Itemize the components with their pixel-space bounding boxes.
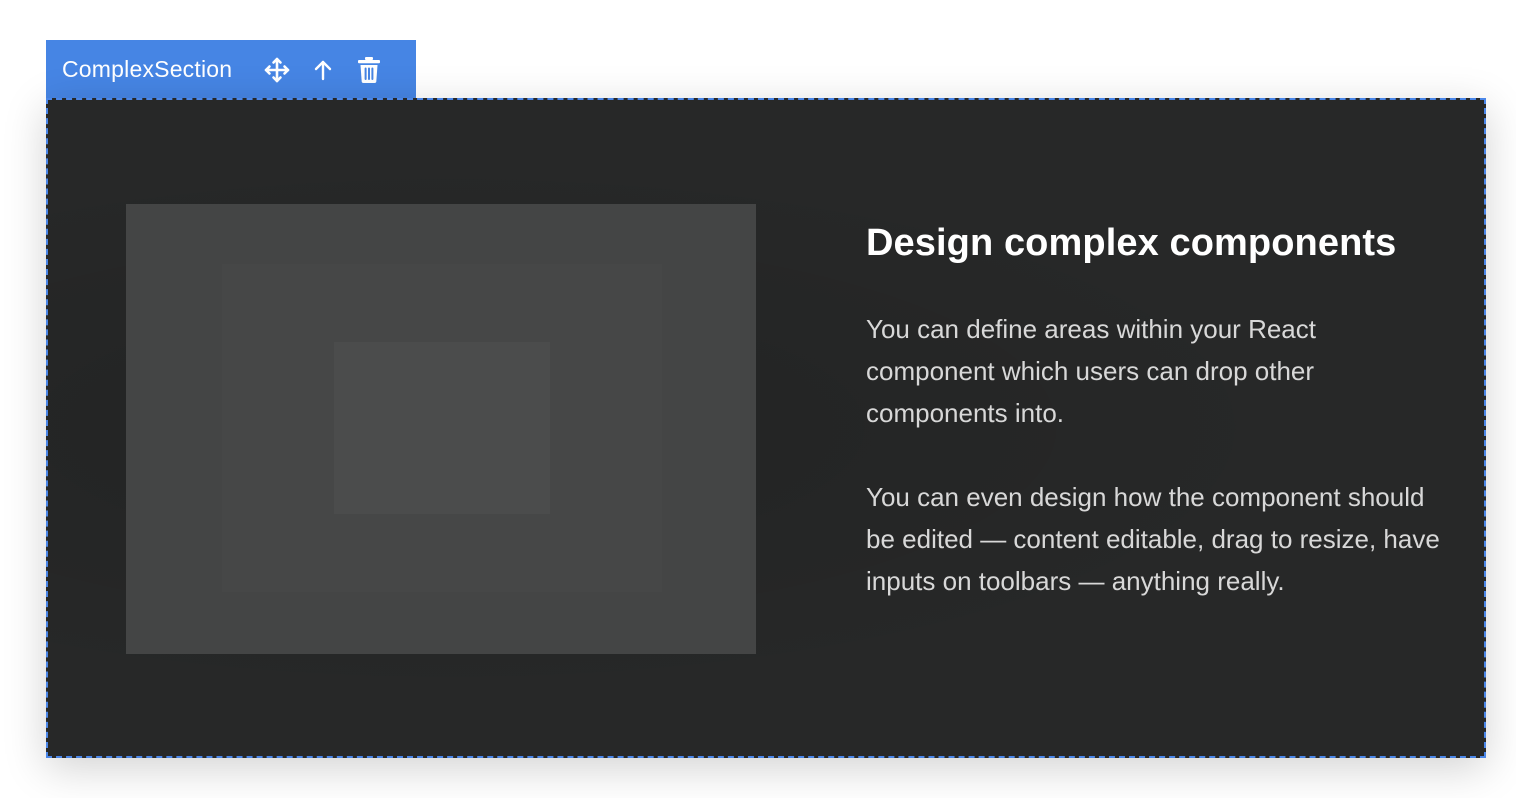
drop-zone-middle[interactable]	[222, 264, 662, 592]
drop-zone-inner[interactable]	[334, 342, 550, 514]
section-paragraph: You can define areas within your React c…	[866, 314, 1316, 428]
component-toolbar: ComplexSection	[46, 40, 416, 99]
section-paragraph: You can even design how the component sh…	[866, 482, 1440, 596]
trash-icon	[356, 56, 382, 84]
editor-canvas: ComplexSection Design complex components…	[0, 0, 1516, 798]
section-copy: Design complex components You can define…	[866, 218, 1446, 644]
drop-zone-outer[interactable]	[126, 204, 756, 654]
arrow-up-icon	[311, 58, 335, 82]
complex-section[interactable]: Design complex components You can define…	[46, 98, 1486, 758]
move-icon	[263, 56, 291, 84]
move-button[interactable]	[260, 53, 294, 87]
select-parent-button[interactable]	[306, 53, 340, 87]
component-name-label: ComplexSection	[62, 56, 233, 82]
section-heading: Design complex components	[866, 222, 1397, 264]
delete-button[interactable]	[352, 53, 386, 87]
